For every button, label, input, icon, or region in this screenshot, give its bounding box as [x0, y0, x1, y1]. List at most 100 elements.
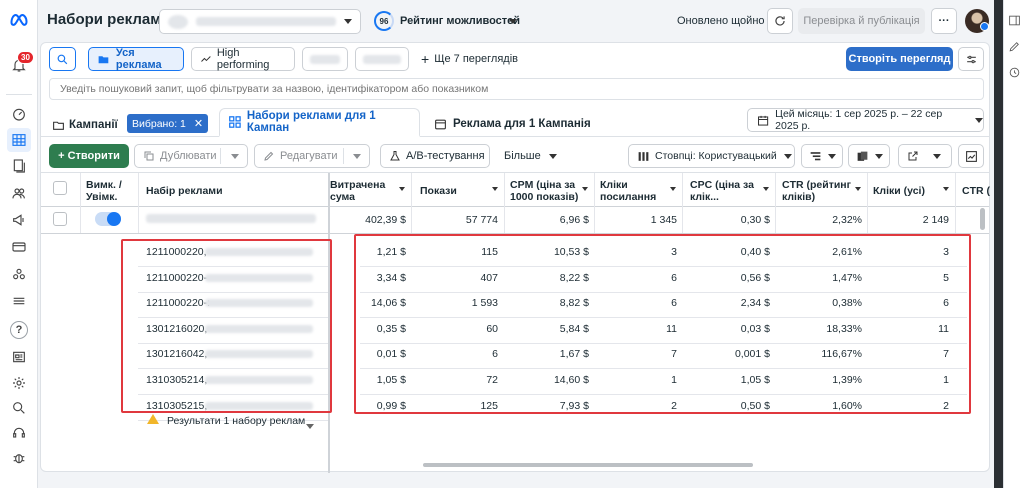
- select-all-checkbox[interactable]: [53, 181, 67, 195]
- help-icon[interactable]: ?: [10, 321, 28, 339]
- opportunity-score-gauge[interactable]: 96: [374, 11, 394, 31]
- toggle-knob: [107, 212, 121, 226]
- tabs-divider: [41, 136, 989, 137]
- ads-manager-table-icon[interactable]: [7, 128, 31, 152]
- create-view-button[interactable]: Створіть перегляд: [846, 47, 953, 71]
- search-input[interactable]: [50, 79, 983, 99]
- tab-campaigns-label: Кампанії: [69, 119, 118, 131]
- header-ctr-all[interactable]: CTR (: [962, 185, 990, 197]
- sort-chevron-icon[interactable]: [399, 187, 405, 191]
- duplicate-button[interactable]: Дублювати: [134, 144, 248, 168]
- chevron-down-icon: [344, 19, 352, 24]
- sort-chevron-icon[interactable]: [670, 187, 676, 191]
- header-cpc-line2: клік...: [690, 191, 719, 203]
- view-blurred-button-2[interactable]: [355, 47, 409, 71]
- sort-chevron-icon[interactable]: [943, 187, 949, 191]
- ad-account-selector[interactable]: [159, 9, 361, 34]
- summary-row-checkbox[interactable]: [53, 212, 67, 226]
- chevron-down-icon: [975, 117, 983, 123]
- close-icon[interactable]: ✕: [194, 117, 203, 130]
- tab-adsets-label: Набори реклами для 1 Кампан: [246, 110, 376, 134]
- col-divider: [504, 173, 505, 233]
- header-spend[interactable]: Витрачена сума: [330, 179, 385, 203]
- search-bar[interactable]: [49, 78, 984, 100]
- settings-gear-icon[interactable]: [9, 373, 29, 393]
- news-icon[interactable]: [9, 347, 29, 367]
- header-spend-line1: Витрачена: [330, 179, 386, 191]
- header-cpm[interactable]: CPM (ціна за 1000 показів): [510, 179, 578, 203]
- horizontal-scrollbar[interactable]: [423, 463, 753, 467]
- sort-chevron-icon[interactable]: [855, 187, 861, 191]
- export-button[interactable]: [898, 144, 952, 168]
- edit-button[interactable]: Редагувати: [254, 144, 370, 168]
- billing-card-icon[interactable]: [9, 237, 29, 257]
- view-all-ads-button[interactable]: Уся реклама: [88, 47, 184, 71]
- all-tools-menu-icon[interactable]: [9, 291, 29, 311]
- header-impressions[interactable]: Покази: [420, 185, 457, 197]
- view-high-performing-button[interactable]: High performing: [191, 47, 295, 71]
- header-ctr[interactable]: CTR (рейтинг кліків): [782, 179, 851, 203]
- notifications-badge: 30: [17, 51, 34, 64]
- opportunity-chevron-icon[interactable]: [509, 19, 517, 24]
- header-ctr-line1: CTR (рейтинг: [782, 179, 852, 191]
- more-options-button[interactable]: ···: [931, 8, 957, 34]
- edit-pencil-icon[interactable]: [1008, 40, 1021, 53]
- reports-button[interactable]: [848, 144, 890, 168]
- support-headset-icon[interactable]: [9, 423, 29, 443]
- search-icon: [57, 54, 68, 64]
- bug-report-icon[interactable]: [9, 448, 29, 468]
- review-publish-button[interactable]: Перевірка й публікація: [798, 8, 925, 34]
- campaigns-megaphone-icon[interactable]: [9, 210, 29, 230]
- header-toggle[interactable]: Вимк. / Увімк.: [86, 179, 122, 203]
- columns-selector[interactable]: Стовпці: Користувацький: [628, 144, 795, 168]
- audiences-icon[interactable]: [9, 183, 29, 203]
- breakdown-button[interactable]: [801, 144, 843, 168]
- search-nav-icon[interactable]: [9, 398, 29, 418]
- search-toggle-button[interactable]: [49, 47, 76, 71]
- summary-clicks-all: 2 149: [922, 214, 949, 226]
- more-views-link[interactable]: + Ще 7 переглядів: [421, 52, 518, 66]
- sort-chevron-icon[interactable]: [582, 187, 588, 191]
- tab-campaigns[interactable]: Кампанії: [52, 114, 118, 136]
- footer-chevron-icon[interactable]: [306, 424, 314, 429]
- header-cpc-line1: CPC (ціна за: [690, 179, 754, 191]
- pages-icon[interactable]: [9, 156, 29, 176]
- header-bottom-border: [41, 206, 989, 207]
- col-divider: [955, 173, 956, 233]
- selected-chip[interactable]: Вибрано: 1 ✕: [127, 114, 209, 133]
- tab-ads[interactable]: Реклама для 1 Кампанія: [428, 112, 591, 136]
- history-clock-icon[interactable]: [1008, 66, 1021, 79]
- edit-chevron-icon[interactable]: [353, 154, 361, 159]
- sliders-icon: [966, 55, 976, 63]
- meta-logo-icon[interactable]: [9, 10, 29, 30]
- view-settings-button[interactable]: [958, 47, 984, 71]
- dashboard-icon[interactable]: [9, 104, 29, 124]
- header-cpc[interactable]: CPC (ціна за клік...: [690, 179, 754, 203]
- ab-test-button[interactable]: A/B-тестування: [380, 144, 490, 168]
- date-range-label: Цей місяць: 1 сер 2025 р. – 22 сер 2025 …: [775, 108, 943, 132]
- header-adset-name[interactable]: Набір реклами: [146, 185, 223, 197]
- view-blurred-button[interactable]: [302, 47, 348, 71]
- sort-chevron-icon[interactable]: [763, 187, 769, 191]
- date-range-picker[interactable]: Цей місяць: 1 сер 2025 р. – 22 сер 2025 …: [747, 108, 984, 132]
- vertical-scrollbar[interactable]: [980, 208, 985, 230]
- business-settings-icon[interactable]: [9, 264, 29, 284]
- summary-toggle[interactable]: [95, 212, 121, 226]
- opportunity-score-label[interactable]: Рейтинг можливостей: [400, 15, 520, 27]
- more-actions-dropdown[interactable]: Більше: [504, 150, 557, 162]
- refresh-button[interactable]: [767, 8, 793, 34]
- col-divider: [682, 173, 683, 233]
- header-link-clicks[interactable]: Кліки посилання: [600, 179, 656, 203]
- chevron-down-icon: [783, 153, 792, 159]
- sort-chevron-icon[interactable]: [492, 187, 498, 191]
- charts-button[interactable]: [958, 144, 984, 168]
- sidebar-toggle-icon[interactable]: [1008, 14, 1021, 27]
- create-button[interactable]: + Створити: [49, 144, 129, 168]
- header-clicks-all[interactable]: Кліки (усі): [873, 185, 925, 197]
- flask-icon: [390, 151, 400, 161]
- col-divider: [775, 173, 776, 233]
- tab-adsets[interactable]: Набори реклами для 1 Кампан: [219, 108, 420, 137]
- header-toggle-line2: Увімк.: [86, 191, 118, 203]
- folder-icon: [98, 55, 109, 63]
- duplicate-chevron-icon[interactable]: [231, 154, 239, 159]
